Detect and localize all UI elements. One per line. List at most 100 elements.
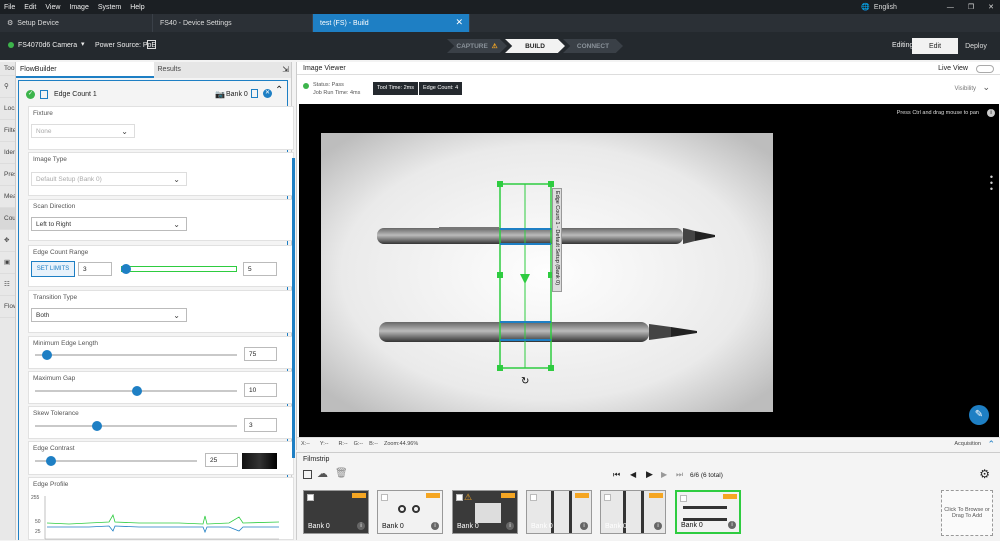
image-canvas[interactable]: Press Ctrl and drag mouse to pan i ↻ Edg… bbox=[299, 104, 999, 437]
min-edge-length-input[interactable]: 75 bbox=[244, 347, 277, 361]
chevron-down-icon[interactable]: ⌄ bbox=[982, 82, 990, 93]
tab-flowbuilder[interactable]: FlowBuilder bbox=[16, 62, 154, 78]
thumbnail-checkbox[interactable] bbox=[381, 494, 388, 501]
thumbnail-checkbox[interactable] bbox=[604, 494, 611, 501]
thumbnail-1[interactable]: Bank 0 i bbox=[303, 490, 369, 534]
search-icon[interactable]: ⚲ bbox=[0, 76, 15, 98]
thumbnail-checkbox[interactable] bbox=[530, 494, 537, 501]
gear-icon[interactable]: ⚙ bbox=[979, 467, 990, 481]
rail-item-io-icon[interactable]: ▣ bbox=[0, 252, 15, 274]
collapse-icon[interactable]: ⇲ bbox=[282, 65, 289, 74]
edge-contrast-handle[interactable] bbox=[46, 456, 56, 466]
minimize-icon[interactable]: — bbox=[947, 4, 954, 11]
visibility-dropdown[interactable]: Visibility bbox=[954, 86, 976, 92]
info-icon[interactable]: i bbox=[654, 522, 662, 530]
thumbnail-checkbox[interactable] bbox=[307, 494, 314, 501]
min-edge-length-track[interactable] bbox=[35, 354, 237, 356]
close-tab-icon[interactable]: ✕ bbox=[455, 17, 463, 28]
add-image-button[interactable]: ✎ bbox=[969, 405, 989, 425]
thumbnail-3[interactable]: ⚠ Bank 0 i bbox=[452, 490, 518, 534]
browse-drop-zone[interactable]: Click To Browse or Drag To Add bbox=[941, 490, 993, 536]
next-frame-icon[interactable]: ▶ bbox=[661, 470, 667, 479]
transition-type-dropdown[interactable]: Both ⌄ bbox=[31, 308, 187, 322]
fixture-dropdown[interactable]: None ⌄ bbox=[31, 124, 135, 138]
collapse-chevron-icon[interactable]: ⌃ bbox=[275, 85, 283, 96]
close-window-icon[interactable]: ✕ bbox=[988, 3, 994, 11]
menu-help[interactable]: Help bbox=[130, 4, 144, 11]
upload-icon[interactable]: ☁ bbox=[317, 467, 328, 480]
maximize-icon[interactable]: ❐ bbox=[968, 3, 974, 11]
max-gap-input[interactable]: 10 bbox=[244, 383, 277, 397]
rotate-handle-icon[interactable]: ↻ bbox=[521, 376, 529, 387]
menu-file[interactable]: File bbox=[4, 4, 15, 11]
tab-label: test (FS) - Build bbox=[320, 19, 369, 27]
menu-system[interactable]: System bbox=[98, 4, 121, 11]
step-connect[interactable]: CONNECT bbox=[563, 39, 623, 53]
image-type-dropdown[interactable]: Default Setup (Bank 0) ⌄ bbox=[31, 172, 187, 186]
save-icon[interactable] bbox=[147, 40, 156, 49]
rail-item-flow[interactable]: Flow bbox=[0, 296, 15, 318]
thumbnail-2[interactable]: Bank 0 i bbox=[377, 490, 443, 534]
more-options-icon[interactable]: • • • bbox=[990, 173, 993, 194]
menu-view[interactable]: View bbox=[45, 4, 60, 11]
menu-image[interactable]: Image bbox=[69, 4, 88, 11]
info-icon[interactable]: i bbox=[580, 522, 588, 530]
scan-direction-dropdown[interactable]: Left to Right ⌄ bbox=[31, 217, 187, 231]
tab-results[interactable]: Results bbox=[153, 62, 291, 78]
range-max-input[interactable]: 5 bbox=[243, 262, 277, 276]
thumbnail-5[interactable]: Bank 0 i bbox=[600, 490, 666, 534]
rail-item-plugin-icon[interactable]: ✥ bbox=[0, 230, 15, 252]
camera-name[interactable]: FS4070d6 Camera bbox=[18, 42, 77, 49]
set-limits-button[interactable]: SET LIMITS bbox=[31, 261, 75, 277]
rail-item-filter[interactable]: Filte bbox=[0, 120, 15, 142]
prev-frame-icon[interactable]: ◀ bbox=[630, 470, 636, 479]
tab-setup-device[interactable]: ⚙ Setup Device bbox=[0, 14, 153, 32]
rail-item-comm-icon[interactable]: ☷ bbox=[0, 274, 15, 296]
edit-button[interactable]: Edit bbox=[912, 38, 958, 54]
edge-contrast-track[interactable] bbox=[35, 460, 197, 462]
tab-device-settings[interactable]: FS40 - Device Settings bbox=[153, 14, 313, 32]
info-icon[interactable]: i bbox=[357, 522, 365, 530]
rail-item-count[interactable]: Cour bbox=[0, 208, 15, 230]
vertical-scrollbar[interactable] bbox=[292, 158, 295, 458]
skew-tolerance-input[interactable]: 3 bbox=[244, 418, 277, 432]
info-icon[interactable]: i bbox=[431, 522, 439, 530]
rail-item-presence[interactable]: Pres bbox=[0, 164, 15, 186]
info-icon[interactable]: i bbox=[728, 521, 736, 529]
first-frame-icon[interactable]: ⏮ bbox=[613, 470, 620, 480]
rail-item-measure[interactable]: Mea bbox=[0, 186, 15, 208]
globe-icon[interactable]: 🌐 bbox=[861, 3, 870, 11]
edge-contrast-input[interactable]: 25 bbox=[205, 453, 238, 467]
thumbnail-6-selected[interactable]: Bank 0 i bbox=[675, 490, 741, 534]
min-edge-length-handle[interactable] bbox=[42, 350, 52, 360]
menu-edit[interactable]: Edit bbox=[24, 4, 36, 11]
save-image-icon[interactable] bbox=[303, 470, 312, 479]
info-icon[interactable]: i bbox=[506, 522, 514, 530]
chevron-down-icon[interactable]: ▾ bbox=[81, 40, 85, 48]
delete-icon[interactable]: ✕ bbox=[263, 89, 272, 98]
step-build[interactable]: BUILD bbox=[505, 39, 565, 53]
step-capture[interactable]: CAPTURE ⚠ bbox=[447, 39, 507, 53]
thumbnail-checkbox[interactable] bbox=[680, 495, 687, 502]
max-gap-handle[interactable] bbox=[132, 386, 142, 396]
thumbnail-4[interactable]: Bank 0 i bbox=[526, 490, 592, 534]
skew-tolerance-handle[interactable] bbox=[92, 421, 102, 431]
trash-icon[interactable]: 🗑 bbox=[335, 468, 348, 479]
tool-name[interactable]: Edge Count 1 bbox=[54, 91, 97, 98]
live-view-toggle[interactable] bbox=[976, 65, 994, 73]
acquisition-label[interactable]: Acquisition bbox=[954, 441, 981, 447]
tab-build[interactable]: test (FS) - Build ✕ bbox=[313, 14, 470, 32]
skew-tolerance-track[interactable] bbox=[35, 425, 237, 427]
rail-item-identify[interactable]: Iden bbox=[0, 142, 15, 164]
play-icon[interactable]: ▶ bbox=[646, 469, 653, 480]
range-slider-handle[interactable] bbox=[121, 264, 131, 274]
deploy-button[interactable]: Deploy bbox=[953, 38, 999, 54]
last-frame-icon[interactable]: ⏭ bbox=[676, 470, 683, 480]
language-label[interactable]: English bbox=[874, 4, 897, 11]
range-slider[interactable] bbox=[121, 266, 237, 272]
range-min-input[interactable]: 3 bbox=[78, 262, 112, 276]
rail-item-locate[interactable]: Loca bbox=[0, 98, 15, 120]
thumbnail-checkbox[interactable] bbox=[456, 494, 463, 501]
chevron-up-icon[interactable]: ⌃ bbox=[987, 439, 995, 450]
document-icon[interactable] bbox=[251, 89, 258, 98]
